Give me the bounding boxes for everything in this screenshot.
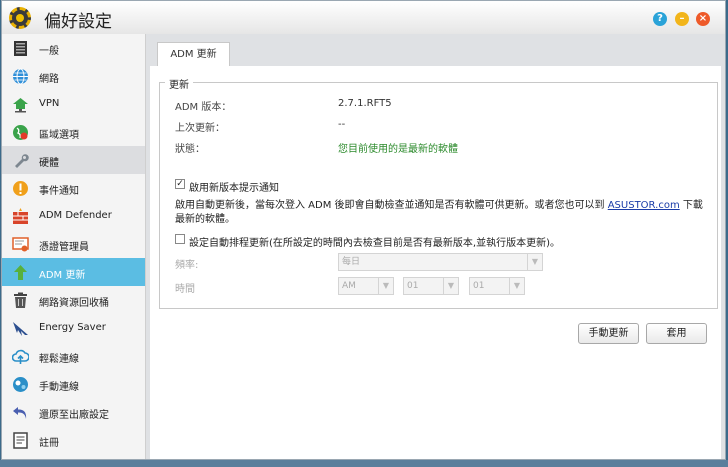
time-ampm-select[interactable]: AM ▼: [338, 277, 394, 295]
apply-button[interactable]: 套用: [646, 323, 707, 344]
sidebar-item-label: 一般: [39, 46, 59, 57]
sidebar-item-certificate-manager[interactable]: 憑證管理員: [2, 230, 145, 258]
close-button[interactable]: ×: [696, 12, 710, 26]
sidebar-item-label: VPN: [39, 98, 60, 109]
sidebar-item-general[interactable]: 一般: [2, 34, 145, 62]
status-label: 狀態：: [175, 144, 205, 155]
alert-icon: [13, 181, 28, 196]
sidebar-item-recycle-bin[interactable]: 網路資源回收桶: [2, 286, 145, 314]
help-button[interactable]: ?: [653, 12, 667, 26]
main-content: ADM 更新 更新 ADM 版本： 2.7.1.RFT5 上次更新： -- 狀態…: [146, 34, 725, 459]
sidebar-item-label: ADM Defender: [39, 210, 112, 221]
description-text: 啟用自動更新後，當每次登入 ADM 後即會自動檢查並通知是否有軟體可供更新。或者…: [175, 200, 608, 211]
adm-version-value: 2.7.1.RFT5: [338, 98, 392, 109]
register-icon: [13, 432, 28, 449]
firewall-icon: [13, 208, 28, 224]
time-minute-value: 01: [473, 281, 485, 291]
asustor-link[interactable]: ASUSTOR.com: [608, 200, 680, 211]
sidebar-item-energy-saver[interactable]: Energy Saver: [2, 314, 145, 342]
sidebar-item-label: Energy Saver: [39, 322, 106, 333]
chevron-down-icon: ▼: [378, 278, 393, 294]
time-hour-select[interactable]: 01 ▼: [403, 277, 459, 295]
server-icon: [14, 41, 27, 56]
sidebar-item-vpn[interactable]: VPN: [2, 90, 145, 118]
sidebar-item-label: 輕鬆連線: [39, 354, 79, 365]
tab-panel: 更新 ADM 版本： 2.7.1.RFT5 上次更新： -- 狀態： 您目前使用…: [150, 66, 721, 459]
sidebar-item-regional-options[interactable]: 區域選項: [2, 118, 145, 146]
update-arrow-icon: [14, 265, 27, 280]
sidebar-item-label: 硬體: [39, 158, 59, 169]
time-minute-select[interactable]: 01 ▼: [469, 277, 525, 295]
preferences-window: 偏好設定 ? – × 一般 網路 VPN 區域選項 硬體 事件通知 ADM De…: [1, 0, 726, 460]
sidebar-item-adm-update[interactable]: ADM 更新: [2, 258, 145, 286]
auto-schedule-checkbox-label: 設定自動排程更新(在所設定的時間內去檢查目前是否有最新版本,並執行版本更新)。: [189, 238, 560, 249]
sidebar-item-label: 註冊: [39, 438, 59, 449]
vpn-network-icon: [13, 98, 28, 113]
sidebar-item-label: 手動連線: [39, 382, 79, 393]
time-hour-value: 01: [407, 281, 419, 291]
last-update-label: 上次更新：: [175, 123, 225, 134]
window-title: 偏好設定: [44, 12, 112, 32]
restore-icon: [13, 407, 27, 419]
frequency-label: 頻率:: [175, 260, 199, 271]
sidebar-item-adm-defender[interactable]: ADM Defender: [2, 202, 145, 230]
notify-checkbox[interactable]: ✓: [175, 179, 185, 189]
globe-icon: [13, 68, 28, 85]
recycle-bin-icon: [14, 292, 27, 308]
last-update-value: --: [338, 119, 346, 130]
chevron-down-icon: ▼: [509, 278, 524, 294]
adm-version-label: ADM 版本：: [175, 102, 232, 113]
sidebar-item-hardware[interactable]: 硬體: [2, 146, 145, 174]
globe-location-icon: [13, 125, 28, 140]
chevron-down-icon: ▼: [527, 254, 542, 270]
notify-checkbox-label: 啟用新版本提示通知: [189, 183, 279, 194]
status-value: 您目前使用的是最新的軟體: [338, 144, 458, 155]
sidebar-item-manual-connect[interactable]: 手動連線: [2, 370, 145, 398]
update-legend: 更新: [165, 76, 193, 91]
sidebar-item-label: 區域選項: [39, 130, 79, 141]
settings-gear-icon: [9, 7, 31, 29]
time-ampm-value: AM: [342, 281, 356, 291]
update-fieldset: [159, 82, 718, 309]
tab-adm-update[interactable]: ADM 更新: [157, 42, 230, 67]
chevron-down-icon: ▼: [443, 278, 458, 294]
certificate-icon: [12, 237, 29, 252]
sidebar-item-ezconnect[interactable]: 輕鬆連線: [2, 342, 145, 370]
sidebar-item-label: 憑證管理員: [39, 242, 89, 253]
minimize-button[interactable]: –: [675, 12, 689, 26]
energy-saver-icon: [13, 322, 28, 336]
sidebar-item-network[interactable]: 網路: [2, 62, 145, 90]
frequency-select[interactable]: 每日 ▼: [338, 253, 543, 271]
sidebar-item-label: 還原至出廠設定: [39, 410, 109, 421]
auto-schedule-checkbox[interactable]: [175, 234, 185, 244]
sidebar-item-label: 事件通知: [39, 186, 79, 197]
manual-connect-icon: [13, 377, 28, 392]
sidebar-item-registration[interactable]: 註冊: [2, 426, 145, 454]
sidebar-item-notifications[interactable]: 事件通知: [2, 174, 145, 202]
sidebar-item-label: 網路: [39, 74, 59, 85]
wrench-icon: [15, 154, 29, 168]
titlebar: 偏好設定 ? – ×: [2, 1, 725, 35]
sidebar: 一般 網路 VPN 區域選項 硬體 事件通知 ADM Defender 憑證管理…: [2, 34, 146, 459]
time-label: 時間: [175, 284, 195, 295]
cloud-connect-icon: [12, 349, 29, 364]
manual-update-button[interactable]: 手動更新: [578, 323, 639, 344]
sidebar-item-label: ADM 更新: [39, 270, 86, 281]
auto-update-description: 啟用自動更新後，當每次登入 ADM 後即會自動檢查並通知是否有軟體可供更新。或者…: [175, 199, 706, 227]
frequency-value: 每日: [342, 257, 361, 267]
desktop-background-strip: [0, 460, 728, 467]
sidebar-item-label: 網路資源回收桶: [39, 298, 109, 309]
sidebar-item-factory-reset[interactable]: 還原至出廠設定: [2, 398, 145, 426]
